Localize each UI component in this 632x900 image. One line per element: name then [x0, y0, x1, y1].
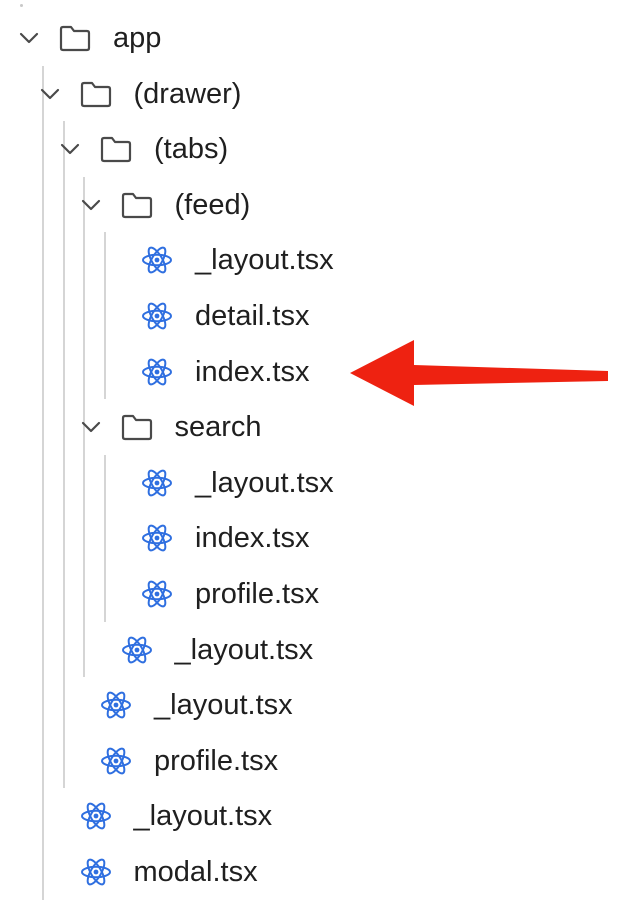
chevron-down-icon[interactable] — [80, 416, 102, 438]
folder-icon — [99, 133, 133, 165]
tree-file-row[interactable]: _layout.tsx — [0, 232, 560, 288]
chevron-down-icon[interactable] — [39, 83, 61, 105]
tree-item-label: index.tsx — [195, 522, 310, 555]
tree-item-label: index.tsx — [195, 355, 310, 388]
folder-icon — [120, 411, 154, 443]
tree-item-label: _layout.tsx — [174, 633, 314, 666]
tree-file-row[interactable]: _layout.tsx — [0, 677, 560, 733]
decorative-dot — [20, 4, 23, 7]
tree-file-row[interactable]: _layout.tsx — [0, 622, 560, 678]
chevron-down-icon[interactable] — [59, 138, 81, 160]
tree-file-row[interactable]: profile.tsx — [0, 733, 560, 789]
react-icon — [99, 689, 133, 721]
tree-item-label: (feed) — [174, 188, 251, 221]
tree-file-row[interactable]: index.tsx — [0, 510, 560, 566]
tree-item-label: _layout.tsx — [133, 800, 273, 833]
tree-file-row[interactable]: _layout.tsx — [0, 788, 560, 844]
tree-item-label: search — [174, 411, 262, 444]
tree-item-label: profile.tsx — [195, 578, 320, 610]
tree-item-label: _layout.tsx — [154, 689, 293, 722]
folder-icon — [58, 22, 92, 54]
tree-item-label: profile.tsx — [154, 744, 279, 777]
react-icon — [99, 745, 133, 777]
tree-folder-row[interactable]: (tabs) — [0, 121, 560, 177]
react-icon — [79, 800, 113, 832]
react-icon — [140, 356, 174, 388]
react-icon — [140, 467, 174, 499]
tree-item-label: detail.tsx — [195, 300, 310, 332]
tree-item-label: (tabs) — [154, 133, 229, 166]
react-icon — [140, 522, 174, 554]
tree-item-label: (drawer) — [133, 77, 242, 110]
annotation-arrow-icon — [350, 340, 608, 406]
chevron-down-icon[interactable] — [18, 27, 40, 49]
react-icon — [140, 578, 174, 610]
react-icon — [79, 856, 113, 888]
tree-file-row[interactable]: _layout.tsx — [0, 455, 560, 511]
tree-folder-row[interactable]: app — [0, 10, 560, 66]
tree-item-label: _layout.tsx — [195, 466, 334, 499]
tree-folder-row[interactable]: (feed) — [0, 177, 560, 233]
folder-icon — [79, 78, 113, 110]
chevron-down-icon[interactable] — [80, 194, 102, 216]
tree-file-row[interactable]: modal.tsx — [0, 844, 560, 900]
file-tree: app (drawer) (tabs) (feed) _layout.tsx detail… — [0, 0, 632, 900]
react-icon — [140, 300, 174, 332]
tree-item-label: app — [113, 22, 162, 54]
react-icon — [120, 634, 154, 666]
tree-file-row[interactable]: detail.tsx — [0, 288, 560, 344]
tree-item-label: _layout.tsx — [195, 244, 334, 277]
folder-icon — [120, 189, 154, 221]
tree-item-label: modal.tsx — [133, 856, 258, 888]
tree-folder-row[interactable]: (drawer) — [0, 66, 560, 122]
react-icon — [140, 244, 174, 276]
tree-file-row[interactable]: profile.tsx — [0, 566, 560, 622]
